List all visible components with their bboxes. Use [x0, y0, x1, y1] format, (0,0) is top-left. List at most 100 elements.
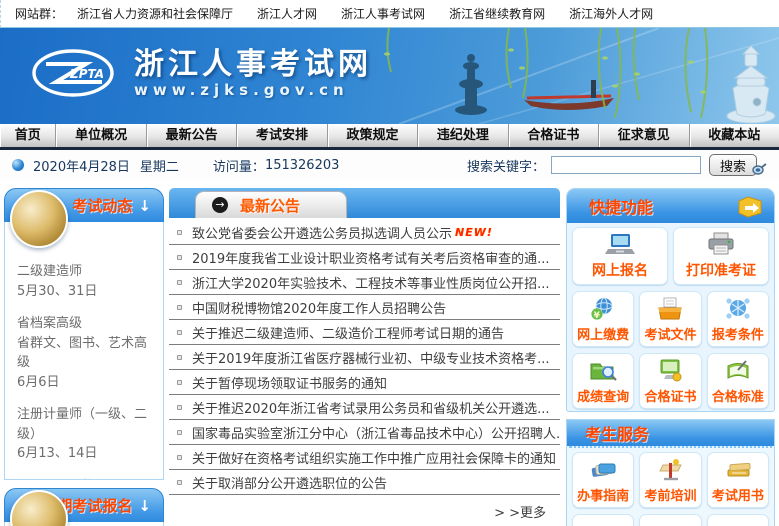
chevron-down-icon[interactable]: ↓ — [138, 497, 151, 515]
site-url: www.zjks.gov.cn — [134, 81, 372, 99]
announcement-item[interactable]: 浙江大学2020年实验技术、工程技术等事业性质岗位公开招... — [169, 270, 560, 295]
announcement-item[interactable]: 国家毒品实验室浙江分中心（浙江省毒品技术中心）公开招聘人... — [169, 420, 560, 445]
laptop-icon — [603, 232, 637, 258]
card-print-admission-ticket[interactable]: 打印准考证 — [673, 227, 769, 285]
card-service-cut-3[interactable] — [707, 514, 769, 526]
card-label: 网上缴费 — [577, 324, 629, 343]
nav-violations[interactable]: 违纪处理 — [418, 124, 508, 147]
current-weekday: 星期二 — [140, 156, 179, 175]
card-online-registration[interactable]: 网上报名 — [572, 227, 668, 285]
announcement-link[interactable]: 关于做好在资格考试组织实施工作中推广应用社会保障卡的通知 — [192, 448, 556, 467]
current-date: 2020年4月28日 — [33, 156, 130, 175]
site-group-link-talent-net[interactable]: 浙江人才网 — [257, 5, 317, 22]
recent-registration-header: 近期考试报名 ↓ — [4, 488, 164, 522]
more-link[interactable]: > >更多 — [169, 495, 560, 521]
quick-row-2: ¥ 网上缴费 考试文件 — [567, 287, 774, 349]
card-exam-books[interactable]: 考试用书 — [707, 452, 769, 508]
guide-cards-icon — [589, 457, 617, 483]
services-row-2: ? — [567, 510, 774, 526]
announcement-link[interactable]: 关于推迟2020年浙江省考试录用公务员和省级机关公开遴选... — [192, 398, 549, 417]
quick-functions-title: 快捷功能 — [589, 194, 653, 218]
announcement-item[interactable]: 关于做好在资格考试组织实施工作中推广应用社会保障卡的通知 — [169, 445, 560, 470]
recent-registration-block: 近期考试报名 ↓ — [4, 488, 164, 526]
site-group-link-hr-bureau[interactable]: 浙江省人力资源和社会保障厅 — [77, 5, 233, 22]
bullet-icon — [177, 480, 182, 485]
announcement-link[interactable]: 浙江大学2020年实验技术、工程技术等事业性质岗位公开招... — [192, 273, 549, 292]
nav-feedback[interactable]: 征求意见 — [599, 124, 689, 147]
exam-entry[interactable]: 注册计量师（一级、二级） 6月13、14日 — [17, 405, 155, 464]
announcement-link[interactable]: 关于2019年度浙江省医疗器械行业初、中级专业技术资格考... — [192, 348, 549, 367]
computer-certificate-icon — [656, 358, 684, 384]
search-button[interactable]: 搜索 — [709, 154, 757, 176]
announcement-item[interactable]: 关于取消部分公开遴选职位的公告 — [169, 470, 560, 495]
exam-entry-line: 省档案高级 — [17, 314, 155, 334]
card-score-inquiry[interactable]: 成绩查询 — [572, 353, 634, 409]
notebook-pen-icon — [724, 358, 752, 384]
exam-news-block: 考试动态 ↓ 二级建造师 5月30、31日 省档案高级 省群文、图书、艺术高级 … — [4, 188, 164, 480]
nav-about[interactable]: 单位概况 — [56, 124, 146, 147]
announcement-link[interactable]: 国家毒品实验室浙江分中心（浙江省毒品技术中心）公开招聘人... — [192, 423, 560, 442]
quick-functions-header: 快捷功能 — [567, 189, 774, 223]
nav-home[interactable]: 首页 — [0, 124, 56, 147]
announcements-tab[interactable]: → 最新公告 — [195, 191, 347, 218]
left-sidebar: 考试动态 ↓ 二级建造师 5月30、31日 省档案高级 省群文、图书、艺术高级 … — [4, 188, 164, 526]
main-nav: 首页 单位概况 最新公告 考试安排 政策规定 违纪处理 合格证书 征求意见 收藏… — [0, 124, 779, 150]
folder-search-icon — [589, 358, 617, 384]
card-pre-exam-training[interactable]: 考前培训 — [639, 452, 701, 508]
card-service-cut-2[interactable]: ? — [639, 514, 701, 526]
bullet-icon — [177, 430, 182, 435]
announcement-link[interactable]: 致公党省委会公开遴选公务员拟选调人员公示 — [192, 223, 452, 242]
bullet-icon — [177, 380, 182, 385]
nav-exam-schedule[interactable]: 考试安排 — [237, 124, 327, 147]
new-badge: NEW! — [455, 226, 493, 239]
examinee-services-panel: 考生服务 办事指南 — [566, 419, 775, 526]
info-bar: 2020年4月28日 星期二 访问量： 151326203 搜索关键字： 搜索 — [0, 150, 779, 180]
exam-entry[interactable]: 翻译专业资格（一、二、三级） 社会工作者职业资格 — [17, 477, 155, 481]
announcement-link[interactable]: 中国财税博物馆2020年度工作人员招聘公告 — [192, 298, 446, 317]
svg-text:ZPTA: ZPTA — [69, 67, 104, 81]
card-exam-documents[interactable]: 考试文件 — [639, 291, 701, 347]
quick-row-3: 成绩查询 合格证书 — [567, 349, 774, 411]
card-qualification-standard[interactable]: 合格标准 — [707, 353, 769, 409]
exam-entry[interactable]: 二级建造师 5月30、31日 — [17, 262, 155, 301]
site-group-link-continuing-edu[interactable]: 浙江省继续教育网 — [449, 5, 545, 22]
site-group-bar: 网站群： 浙江省人力资源和社会保障厅 浙江人才网 浙江人事考试网 浙江省继续教育… — [0, 0, 779, 28]
search-input[interactable] — [551, 156, 701, 174]
exam-news-header: 考试动态 ↓ — [4, 188, 164, 222]
announcement-link[interactable]: 关于推迟二级建造师、二级造价工程师考试日期的通告 — [192, 323, 504, 342]
nav-certificates[interactable]: 合格证书 — [509, 124, 599, 147]
card-application-requirements[interactable]: 报考条件 — [707, 291, 769, 347]
announcement-link[interactable]: 2019年度我省工业设计职业资格考试有关考后资格审查的通... — [192, 248, 549, 267]
nav-bookmark[interactable]: 收藏本站 — [690, 124, 779, 147]
card-service-guide[interactable]: 办事指南 — [572, 452, 634, 508]
card-service-cut-1[interactable] — [572, 514, 634, 526]
announcement-item[interactable]: 2019年度我省工业设计职业资格考试有关考后资格审查的通... — [169, 245, 560, 270]
exam-entry[interactable]: 省档案高级 省群文、图书、艺术高级 6月6日 — [17, 314, 155, 392]
bullet-icon — [177, 455, 182, 460]
announcement-item[interactable]: 关于2019年度浙江省医疗器械行业初、中级专业技术资格考... — [169, 345, 560, 370]
examinee-services-header: 考生服务 — [567, 420, 774, 448]
nav-policies[interactable]: 政策规定 — [328, 124, 418, 147]
card-qualified-certificate[interactable]: 合格证书 — [639, 353, 701, 409]
site-group-link-exam-net[interactable]: 浙江人事考试网 — [341, 5, 425, 22]
card-label: 合格证书 — [644, 386, 696, 405]
nav-announcements[interactable]: 最新公告 — [147, 124, 237, 147]
announcement-item[interactable]: 中国财税博物馆2020年度工作人员招聘公告 — [169, 295, 560, 320]
chevron-down-icon[interactable]: ↓ — [138, 197, 151, 215]
announcement-link[interactable]: 关于取消部分公开遴选职位的公告 — [192, 473, 387, 492]
announcement-link[interactable]: 关于暂停现场领取证书服务的通知 — [192, 373, 387, 392]
announcement-item[interactable]: 关于推迟2020年浙江省考试录用公务员和省级机关公开遴选... — [169, 395, 560, 420]
site-name: 浙江人事考试网 — [134, 48, 372, 81]
announcement-item[interactable]: 关于暂停现场领取证书服务的通知 — [169, 370, 560, 395]
announcement-item[interactable]: 关于推迟二级建造师、二级造价工程师考试日期的通告 — [169, 320, 560, 345]
card-online-payment[interactable]: ¥ 网上缴费 — [572, 291, 634, 347]
card-label: 考试文件 — [644, 324, 696, 343]
site-group-link-overseas-talent[interactable]: 浙江海外人才网 — [569, 5, 653, 22]
visits-label: 访问量： — [213, 156, 265, 175]
card-label: 合格标准 — [712, 386, 764, 405]
blue-dot-icon — [12, 159, 24, 171]
exam-entry-line: 翻译专业资格（一、二、三级） — [17, 477, 155, 481]
folder-arrow-icon — [736, 193, 764, 219]
quick-functions-panel: 快捷功能 网上报名 — [566, 188, 775, 412]
announcement-item[interactable]: 致公党省委会公开遴选公务员拟选调人员公示 NEW! — [169, 220, 560, 245]
